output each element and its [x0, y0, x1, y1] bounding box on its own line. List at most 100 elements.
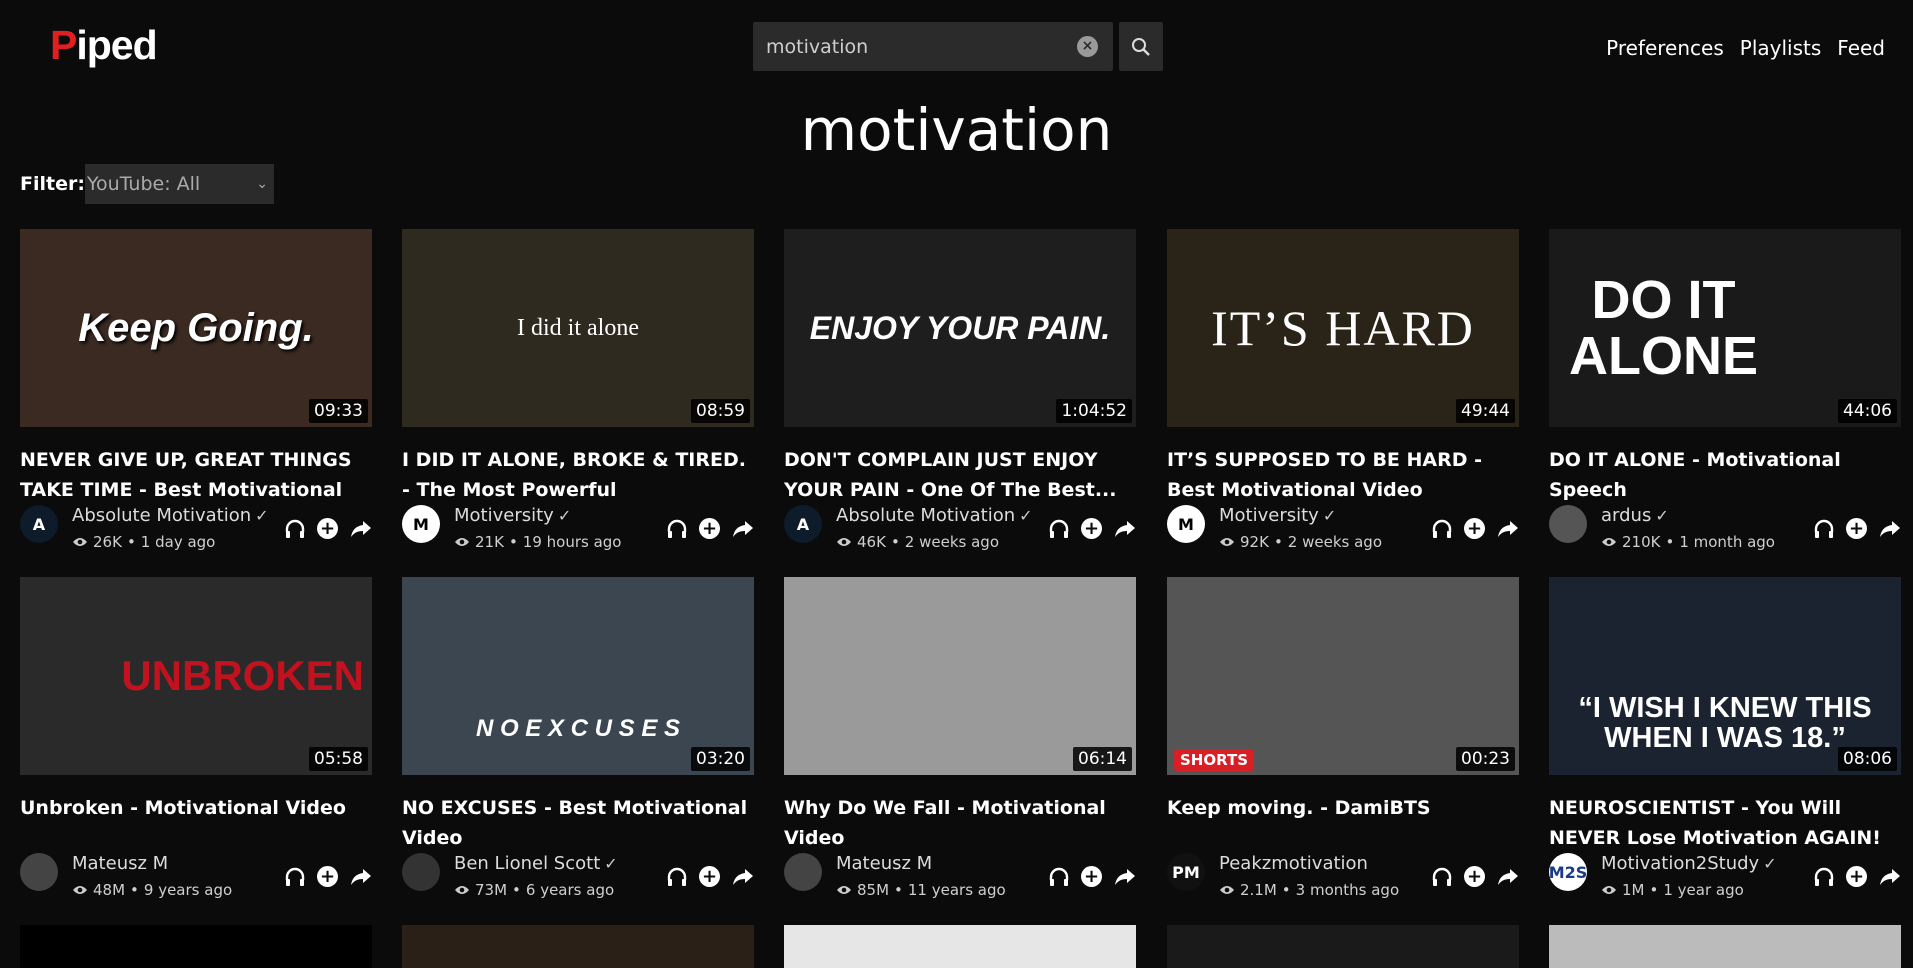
- video-title[interactable]: I DID IT ALONE, BROKE & TIRED. - The Mos…: [402, 445, 754, 505]
- share-icon[interactable]: [731, 517, 754, 540]
- share-icon[interactable]: [349, 865, 372, 888]
- headphones-icon[interactable]: [1812, 865, 1835, 888]
- shorts-badge: SHORTS: [1174, 749, 1255, 771]
- channel-name[interactable]: Peakzmotivation: [1219, 853, 1368, 874]
- video-thumbnail[interactable]: SHORTS 00:23: [1167, 577, 1519, 775]
- eye-icon: [1220, 538, 1234, 546]
- video-title[interactable]: Unbroken - Motivational Video: [20, 793, 372, 823]
- add-to-playlist-icon[interactable]: +: [1463, 865, 1486, 888]
- channel-name[interactable]: Motiversity ✓: [454, 505, 571, 526]
- channel-name[interactable]: ardus ✓: [1601, 505, 1669, 526]
- video-actions: +: [1430, 865, 1519, 888]
- share-icon[interactable]: [1113, 517, 1136, 540]
- channel-avatar[interactable]: M2S: [1549, 853, 1587, 891]
- add-to-playlist-icon[interactable]: +: [1080, 865, 1103, 888]
- share-icon[interactable]: [1496, 517, 1519, 540]
- duration-badge: 05:58: [309, 747, 368, 771]
- view-count: 21K: [475, 533, 504, 551]
- video-thumbnail[interactable]: 06:14: [784, 577, 1136, 775]
- video-thumbnail[interactable]: N O E X C U S E S 03:20: [402, 577, 754, 775]
- video-title[interactable]: DO IT ALONE - Motivational Speech: [1549, 445, 1901, 505]
- channel-name[interactable]: Absolute Motivation ✓: [72, 505, 269, 526]
- video-thumbnail[interactable]: ENJOY YOUR PAIN. 1:04:52: [784, 229, 1136, 427]
- channel-avatar[interactable]: M: [402, 505, 440, 543]
- duration-badge: 00:23: [1456, 747, 1515, 771]
- channel-name[interactable]: Ben Lionel Scott ✓: [454, 853, 618, 874]
- add-to-playlist-icon[interactable]: +: [1080, 517, 1103, 540]
- headphones-icon[interactable]: [665, 865, 688, 888]
- channel-name[interactable]: Motiversity ✓: [1219, 505, 1336, 526]
- video-actions: +: [665, 865, 754, 888]
- channel-avatar[interactable]: A: [20, 505, 58, 543]
- video-title[interactable]: DON'T COMPLAIN JUST ENJOY YOUR PAIN - On…: [784, 445, 1136, 505]
- headphones-icon[interactable]: [665, 517, 688, 540]
- video-thumbnail-peek[interactable]: [402, 925, 754, 968]
- search-input[interactable]: [753, 22, 1073, 71]
- video-thumbnail-peek[interactable]: [20, 925, 372, 968]
- clear-search-icon[interactable]: ×: [1077, 36, 1098, 57]
- channel-avatar[interactable]: [784, 853, 822, 891]
- channel-name[interactable]: Mateusz M: [836, 853, 932, 874]
- filter-select[interactable]: YouTube: All ⌄: [84, 164, 274, 204]
- channel-avatar[interactable]: M: [1167, 505, 1205, 543]
- video-title[interactable]: NEVER GIVE UP, GREAT THINGS TAKE TIME - …: [20, 445, 372, 505]
- channel-name[interactable]: Absolute Motivation ✓: [836, 505, 1033, 526]
- channel-avatar[interactable]: [402, 853, 440, 891]
- video-title[interactable]: Keep moving. - DamiBTS: [1167, 793, 1519, 823]
- add-to-playlist-icon[interactable]: +: [1845, 865, 1868, 888]
- video-title[interactable]: Why Do We Fall - Motivational Video: [784, 793, 1136, 853]
- headphones-icon[interactable]: [283, 517, 306, 540]
- video-title[interactable]: NEUROSCIENTIST - You Will NEVER Lose Mot…: [1549, 793, 1901, 853]
- video-thumbnail[interactable]: Keep Going. 09:33: [20, 229, 372, 427]
- piped-logo[interactable]: Piped: [50, 22, 158, 69]
- headphones-icon[interactable]: [1430, 865, 1453, 888]
- eye-icon: [837, 538, 851, 546]
- video-title[interactable]: IT’S SUPPOSED TO BE HARD - Best Motivati…: [1167, 445, 1519, 505]
- channel-avatar[interactable]: [1549, 505, 1587, 543]
- video-title[interactable]: NO EXCUSES - Best Motivational Video: [402, 793, 754, 853]
- add-to-playlist-icon[interactable]: +: [316, 865, 339, 888]
- share-icon[interactable]: [1878, 517, 1901, 540]
- share-icon[interactable]: [731, 865, 754, 888]
- channel-name[interactable]: Mateusz M: [72, 853, 168, 874]
- thumbnail-caption: [1167, 577, 1519, 775]
- view-count: 1M: [1622, 881, 1645, 899]
- video-thumbnail-peek[interactable]: [784, 925, 1136, 968]
- headphones-icon[interactable]: [283, 865, 306, 888]
- upload-age: 6 years ago: [525, 881, 615, 899]
- add-to-playlist-icon[interactable]: +: [698, 517, 721, 540]
- video-meta: 92K • 2 weeks ago: [1219, 533, 1382, 551]
- video-thumbnail[interactable]: UNBROKEN 05:58: [20, 577, 372, 775]
- filter-label: Filter:: [20, 173, 85, 195]
- channel-avatar[interactable]: [20, 853, 58, 891]
- video-thumbnail[interactable]: IT’S HARD 49:44: [1167, 229, 1519, 427]
- nav-preferences[interactable]: Preferences: [1606, 36, 1724, 60]
- upload-age: 11 years ago: [907, 881, 1006, 899]
- share-icon[interactable]: [349, 517, 372, 540]
- headphones-icon[interactable]: [1047, 517, 1070, 540]
- nav-feed[interactable]: Feed: [1837, 36, 1885, 60]
- headphones-icon[interactable]: [1430, 517, 1453, 540]
- share-icon[interactable]: [1878, 865, 1901, 888]
- upload-age: 19 hours ago: [522, 533, 622, 551]
- channel-avatar[interactable]: A: [784, 505, 822, 543]
- video-thumbnail[interactable]: “I WISH I KNEW THIS WHEN I WAS 18.” 08:0…: [1549, 577, 1901, 775]
- headphones-icon[interactable]: [1047, 865, 1070, 888]
- video-thumbnail[interactable]: DO IT ALONE 44:06: [1549, 229, 1901, 427]
- add-to-playlist-icon[interactable]: +: [698, 865, 721, 888]
- video-thumbnail-peek[interactable]: [1167, 925, 1519, 968]
- share-icon[interactable]: [1113, 865, 1136, 888]
- channel-name[interactable]: Motivation2Study ✓: [1601, 853, 1777, 874]
- eye-icon: [455, 886, 469, 894]
- channel-avatar[interactable]: PM: [1167, 853, 1205, 891]
- headphones-icon[interactable]: [1812, 517, 1835, 540]
- nav-playlists[interactable]: Playlists: [1740, 36, 1822, 60]
- video-thumbnail-peek[interactable]: [1549, 925, 1901, 968]
- add-to-playlist-icon[interactable]: +: [316, 517, 339, 540]
- add-to-playlist-icon[interactable]: +: [1845, 517, 1868, 540]
- add-to-playlist-icon[interactable]: +: [1463, 517, 1486, 540]
- share-icon[interactable]: [1496, 865, 1519, 888]
- video-thumbnail[interactable]: I did it alone 08:59: [402, 229, 754, 427]
- search-button[interactable]: [1119, 22, 1163, 71]
- thumbnail-caption: “I WISH I KNEW THIS WHEN I WAS 18.”: [1578, 692, 1872, 754]
